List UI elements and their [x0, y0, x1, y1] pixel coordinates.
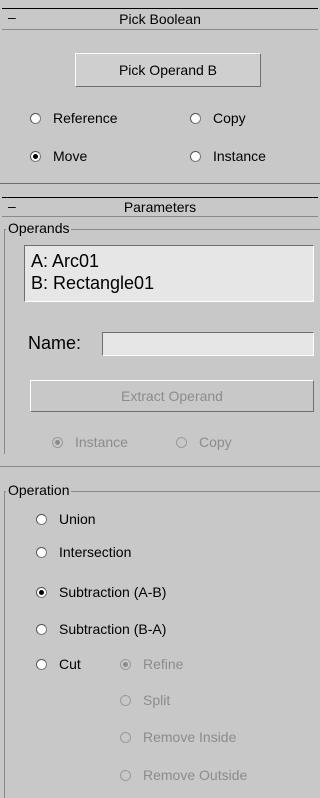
extract-operand-button[interactable]: Extract Operand	[30, 380, 314, 412]
radio-label: Remove Outside	[143, 767, 248, 783]
subtraction-ab-radio[interactable]: Subtraction (A-B)	[36, 582, 166, 602]
radio-label: Move	[53, 148, 88, 164]
split-radio[interactable]: Split	[120, 690, 170, 710]
move-radio[interactable]: Move	[30, 146, 87, 166]
radio-icon	[36, 623, 47, 635]
radio-icon	[120, 731, 131, 743]
radio-selected-icon	[30, 150, 41, 162]
radio-label: Intersection	[59, 544, 132, 560]
radio-icon	[30, 112, 41, 124]
name-field[interactable]	[102, 332, 314, 356]
cut-radio[interactable]: Cut	[36, 654, 81, 674]
radio-label: Reference	[53, 110, 118, 126]
rollout-title: Parameters	[123, 199, 197, 215]
list-item[interactable]: B: Rectangle01	[31, 272, 313, 294]
radio-selected-icon	[52, 436, 63, 448]
operands-group-label: Operands	[6, 220, 72, 236]
radio-label: Subtraction (B-A)	[59, 621, 167, 637]
radio-icon	[176, 436, 187, 448]
rollout-title: Pick Boolean	[119, 11, 201, 27]
radio-label: Copy	[213, 110, 246, 126]
subtraction-ba-radio[interactable]: Subtraction (B-A)	[36, 619, 166, 639]
pick-boolean-rollout-header[interactable]: – Pick Boolean	[2, 8, 318, 30]
radio-selected-icon	[36, 586, 47, 598]
radio-icon	[120, 694, 131, 706]
radio-label: Remove Inside	[143, 729, 237, 745]
radio-label: Refine	[143, 656, 184, 672]
radio-selected-icon	[120, 658, 131, 670]
union-radio[interactable]: Union	[36, 509, 96, 529]
radio-label: Union	[59, 511, 96, 527]
reference-radio[interactable]: Reference	[30, 108, 118, 128]
group-separator	[0, 466, 320, 467]
instance-radio[interactable]: Instance	[190, 146, 266, 166]
refine-radio[interactable]: Refine	[120, 654, 183, 674]
radio-label: Subtraction (A-B)	[59, 584, 167, 600]
remove-inside-radio[interactable]: Remove Inside	[120, 727, 236, 747]
extract-instance-radio[interactable]: Instance	[52, 432, 128, 452]
operation-group	[4, 491, 320, 798]
copy-radio[interactable]: Copy	[190, 108, 246, 128]
radio-label: Copy	[199, 434, 232, 450]
radio-icon	[190, 150, 201, 162]
parameters-rollout-header[interactable]: – Parameters	[2, 197, 318, 217]
radio-label: Split	[143, 692, 171, 708]
radio-label: Instance	[75, 434, 128, 450]
name-label: Name:	[28, 333, 82, 353]
radio-icon	[190, 112, 201, 124]
radio-label: Cut	[59, 656, 81, 672]
radio-icon	[36, 546, 47, 558]
pick-operand-b-button[interactable]: Pick Operand B	[75, 53, 261, 87]
rollout-separator	[0, 183, 320, 184]
operands-list[interactable]: A: Arc01 B: Rectangle01	[24, 245, 314, 302]
extract-copy-radio[interactable]: Copy	[176, 432, 232, 452]
operation-group-label: Operation	[6, 482, 72, 498]
remove-outside-radio[interactable]: Remove Outside	[120, 765, 247, 785]
radio-icon	[36, 513, 47, 525]
radio-label: Instance	[213, 148, 266, 164]
radio-icon	[36, 658, 47, 670]
radio-icon	[120, 769, 131, 781]
intersection-radio[interactable]: Intersection	[36, 542, 131, 562]
list-item[interactable]: A: Arc01	[31, 250, 313, 272]
